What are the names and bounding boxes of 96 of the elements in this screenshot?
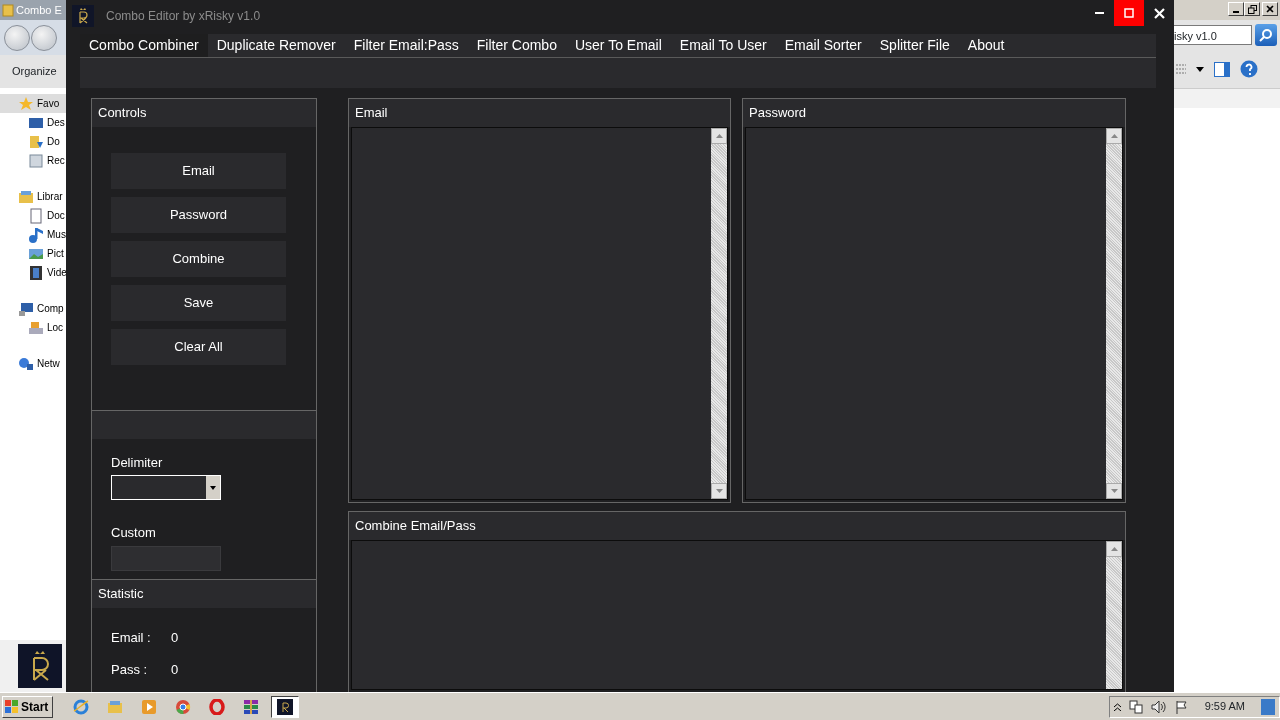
restore-button[interactable] <box>1244 2 1260 16</box>
stat-value: 0 <box>171 629 179 647</box>
browser-icon <box>73 698 90 715</box>
panel-header: Combine Email/Pass <box>349 512 1125 540</box>
search-button[interactable] <box>1255 24 1277 46</box>
folder-icon <box>107 698 124 715</box>
computer-icon <box>18 300 34 317</box>
show-desktop-icon[interactable] <box>1261 698 1275 715</box>
field-label: Delimiter <box>111 453 163 472</box>
logo-icon <box>72 5 94 27</box>
clock: 9:59 AM <box>1204 699 1245 715</box>
window-title: Combo E <box>16 2 62 18</box>
panel-header: Password <box>743 99 1125 127</box>
sidebar-item[interactable]: Rec <box>0 151 66 170</box>
back-button[interactable] <box>4 24 30 51</box>
menu-tab[interactable]: Email To User <box>670 34 776 57</box>
menu-tab[interactable]: About <box>958 34 1014 57</box>
close-button[interactable] <box>1262 2 1278 16</box>
ring-icon <box>209 698 226 715</box>
folder-icon <box>2 3 14 17</box>
document-icon <box>28 207 44 224</box>
chevron-up-icon[interactable] <box>1113 702 1121 711</box>
search-icon <box>1259 28 1273 42</box>
scroll-up-icon[interactable] <box>1110 547 1118 551</box>
action-button[interactable]: Save <box>111 285 286 321</box>
sidebar-item[interactable]: Comp <box>0 299 66 318</box>
forward-button[interactable] <box>31 24 57 51</box>
stat-value: 0 <box>171 661 179 679</box>
network-icon[interactable] <box>1128 699 1143 714</box>
minimize-icon <box>1094 12 1104 14</box>
action-button[interactable]: Clear All <box>111 329 286 365</box>
restore-icon <box>1247 4 1257 14</box>
scroll-up-icon[interactable] <box>1110 134 1118 138</box>
archive-icon <box>243 698 260 715</box>
drive-icon <box>28 319 44 336</box>
window-title: Combo Editor by xRisky v1.0 <box>106 8 261 25</box>
menu-tab[interactable]: Splitter File <box>870 34 959 57</box>
action-button[interactable]: Email <box>111 153 286 189</box>
sidebar-item[interactable]: Vide <box>0 263 66 282</box>
star-icon <box>18 95 34 112</box>
music-icon <box>28 226 44 243</box>
help-icon[interactable] <box>1240 60 1258 78</box>
menu-tab[interactable]: Combo Combiner <box>80 34 208 57</box>
sidebar-item[interactable]: Favo <box>0 94 66 113</box>
sidebar-item[interactable]: Do <box>0 132 66 151</box>
sidebar-item[interactable]: Doc <box>0 206 66 225</box>
scroll-down-icon[interactable] <box>1110 489 1118 493</box>
menu-tab[interactable]: User To Email <box>565 34 671 57</box>
dropdown-field[interactable] <box>111 475 221 501</box>
sidebar-item[interactable]: Netw <box>0 354 66 373</box>
stat-label: Email : <box>111 629 152 647</box>
minimize-button[interactable] <box>1228 2 1244 16</box>
action-button[interactable]: Combine <box>111 241 286 277</box>
dropdown-arrow-icon <box>210 485 216 490</box>
menu-tab[interactable]: Duplicate Remover <box>207 34 345 57</box>
library-icon <box>18 188 34 205</box>
network-icon <box>18 355 34 372</box>
panel-header: Statistic <box>92 580 316 608</box>
scroll-down-icon[interactable] <box>715 489 723 493</box>
scrollbar[interactable] <box>1106 541 1122 689</box>
panel-header: Controls <box>92 99 316 127</box>
volume-icon[interactable] <box>1150 699 1167 714</box>
windows-logo-icon <box>5 699 19 714</box>
dropdown-arrow-icon[interactable] <box>1196 66 1204 72</box>
taskbar-button[interactable] <box>271 695 300 718</box>
start-button[interactable]: Start <box>2 695 54 718</box>
sidebar-item[interactable]: Loc <box>0 318 66 337</box>
input-field[interactable] <box>111 545 221 571</box>
scroll-up-icon[interactable] <box>715 134 723 138</box>
menu-tab[interactable]: Email Sorter <box>775 34 871 57</box>
menu-tab[interactable]: Filter Combo <box>467 34 566 57</box>
close-icon <box>1266 5 1274 13</box>
recent-icon <box>28 152 44 169</box>
play-icon <box>141 698 158 715</box>
text-area[interactable] <box>351 540 1123 690</box>
stat-label: Pass : <box>111 661 149 679</box>
download-icon <box>28 133 44 150</box>
video-icon <box>28 264 44 281</box>
sidebar-item[interactable]: Pict <box>0 244 66 263</box>
preview-pane-icon[interactable] <box>1214 61 1230 77</box>
logo-icon <box>18 644 62 688</box>
logo-icon <box>277 698 294 715</box>
action-button[interactable]: Password <box>111 197 286 233</box>
sidebar-item[interactable]: Des <box>0 113 66 132</box>
menu-tab[interactable]: Filter Email:Pass <box>344 34 468 57</box>
flag-icon[interactable] <box>1174 699 1189 714</box>
sidebar-item[interactable]: Librar <box>0 187 66 206</box>
sidebar-item[interactable]: Mus <box>0 225 66 244</box>
maximize-icon <box>1124 8 1134 18</box>
field-label: Custom <box>111 524 156 543</box>
panel-header: Email <box>349 99 730 127</box>
search-field[interactable]: isky v1.0 <box>1172 25 1252 45</box>
scrollbar[interactable] <box>711 128 727 499</box>
browser-icon <box>175 698 192 715</box>
scrollbar[interactable] <box>1106 128 1122 499</box>
close-icon <box>1153 7 1165 19</box>
